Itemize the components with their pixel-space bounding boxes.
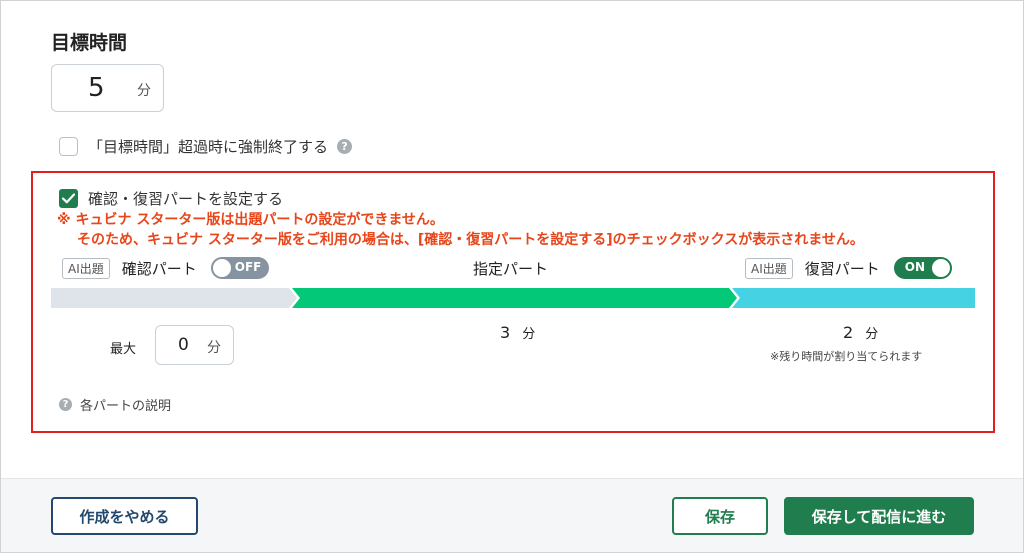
confirm-review-label: 確認・復習パートを設定する <box>88 189 284 208</box>
toggle-text: OFF <box>234 260 262 274</box>
question-icon: ? <box>59 397 72 411</box>
bar-main-segment <box>292 288 737 308</box>
target-time-title: 目標時間 <box>51 32 128 54</box>
bar-review-segment <box>732 288 975 308</box>
main-minutes-unit: 分 <box>522 327 536 342</box>
confirm-max-label: 最大 <box>110 342 137 357</box>
confirm-review-row: 確認・復習パートを設定する <box>59 187 283 209</box>
confirm-max-input[interactable]: 0 分 <box>155 325 234 365</box>
save-and-deliver-button[interactable]: 保存して配信に進む <box>784 497 974 535</box>
save-button[interactable]: 保存 <box>672 497 768 535</box>
main-part-minutes: 3 分 <box>500 323 535 342</box>
ai-badge: AI出題 <box>62 257 110 279</box>
checkmark-icon <box>62 192 75 203</box>
target-minutes-unit: 分 <box>137 83 151 99</box>
cancel-create-button[interactable]: 作成をやめる <box>51 497 198 535</box>
toggle-knob <box>212 259 231 277</box>
confirm-review-checkbox[interactable] <box>59 188 78 208</box>
review-part-minutes: 2 分 <box>843 323 878 342</box>
review-part-label: 復習パート <box>804 259 880 278</box>
confirm-part-header: AI出題 確認パート OFF <box>62 257 269 279</box>
review-part-header: AI出題 復習パート ON <box>745 257 952 279</box>
remaining-time-note: ※残り時間が割り当てられます <box>770 350 923 363</box>
confirm-part-label: 確認パート <box>121 259 197 278</box>
question-icon[interactable]: ? <box>337 138 353 154</box>
toggle-text: ON <box>904 260 926 274</box>
force-end-label: 「目標時間」超過時に強制終了する <box>88 137 329 156</box>
main-part-label: 指定パート <box>473 260 549 278</box>
notice-line-1: ※ キュビナ スターター版は出題パートの設定ができません。 <box>57 212 444 228</box>
main-minutes-value: 3 <box>500 323 511 342</box>
parts-explanation-text: 各パートの説明 <box>80 398 172 414</box>
target-minutes-value: 5 <box>88 73 105 103</box>
toggle-knob <box>931 259 950 277</box>
confirm-max-value: 0 <box>178 335 189 355</box>
review-minutes-value: 2 <box>843 323 854 342</box>
review-minutes-unit: 分 <box>865 327 879 342</box>
ai-badge: AI出題 <box>745 257 793 279</box>
starter-notice: ※ キュビナ スターター版は出題パートの設定ができません。 そのため、キュビナ … <box>57 210 864 250</box>
parts-explanation-link[interactable]: ? 各パートの説明 <box>59 396 172 414</box>
confirm-part-toggle[interactable]: OFF <box>210 257 269 279</box>
force-end-checkbox[interactable] <box>59 136 78 156</box>
part-progress-bar <box>51 288 975 308</box>
bar-confirm-segment <box>51 288 297 308</box>
force-end-row: 「目標時間」超過時に強制終了する ? <box>59 135 353 157</box>
target-minutes-input[interactable]: 5 分 <box>51 64 164 112</box>
notice-line-2: そのため、キュビナ スターター版をご利用の場合は、[確認・復習パートを設定する]… <box>77 232 864 248</box>
confirm-max-unit: 分 <box>207 340 221 356</box>
review-part-toggle[interactable]: ON <box>893 257 952 279</box>
